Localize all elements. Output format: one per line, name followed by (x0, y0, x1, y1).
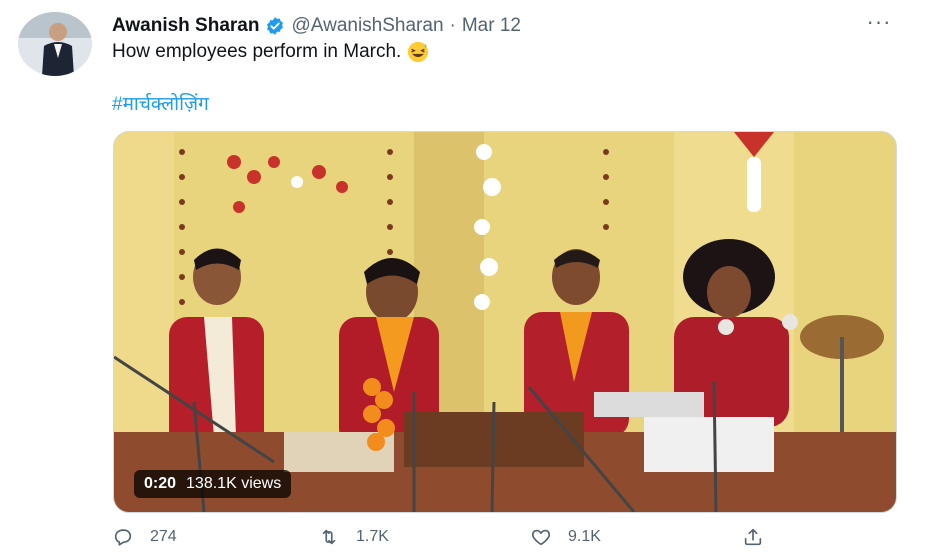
retweet-button[interactable]: 1.7K (318, 522, 389, 552)
heart-icon (531, 529, 551, 546)
tweet-header: Awanish Sharan @AwanishSharan · Mar 12 (112, 14, 521, 38)
grinning-sweat-emoji-icon (408, 41, 429, 63)
hashtag-link[interactable]: #मार्चक्लोज़िंग (112, 90, 209, 116)
tweet-text: How employees perform in March. (112, 41, 402, 62)
reply-icon (114, 529, 132, 546)
avatar-image (18, 12, 92, 76)
tweet-date[interactable]: Mar 12 (462, 15, 521, 37)
video-info-badge: 0:20 138.1K views (134, 470, 292, 498)
video-frame (114, 132, 896, 512)
tweet-actions: 274 1.7K 9.1K (112, 522, 792, 552)
reply-count: 274 (150, 528, 177, 545)
video-timestamp: 0:20 (144, 475, 177, 492)
separator-dot: · (449, 15, 456, 36)
retweet-icon (322, 529, 336, 545)
retweet-count: 1.7K (356, 528, 389, 545)
like-count: 9.1K (568, 528, 601, 545)
share-icon (744, 528, 762, 546)
verified-badge-icon (265, 16, 285, 36)
reply-button[interactable]: 274 (112, 522, 177, 552)
author-name[interactable]: Awanish Sharan (112, 15, 259, 37)
tweet-text-row: How employees perform in March. (112, 41, 429, 63)
author-handle[interactable]: @AwanishSharan (291, 15, 443, 37)
more-options-button[interactable]: ··· (864, 9, 894, 34)
avatar[interactable] (18, 12, 92, 76)
share-button[interactable] (742, 522, 764, 552)
video-view-count: 138.1K views (186, 475, 282, 492)
video-player[interactable]: 0:20 138.1K views (113, 131, 897, 513)
like-button[interactable]: 9.1K (530, 522, 601, 552)
